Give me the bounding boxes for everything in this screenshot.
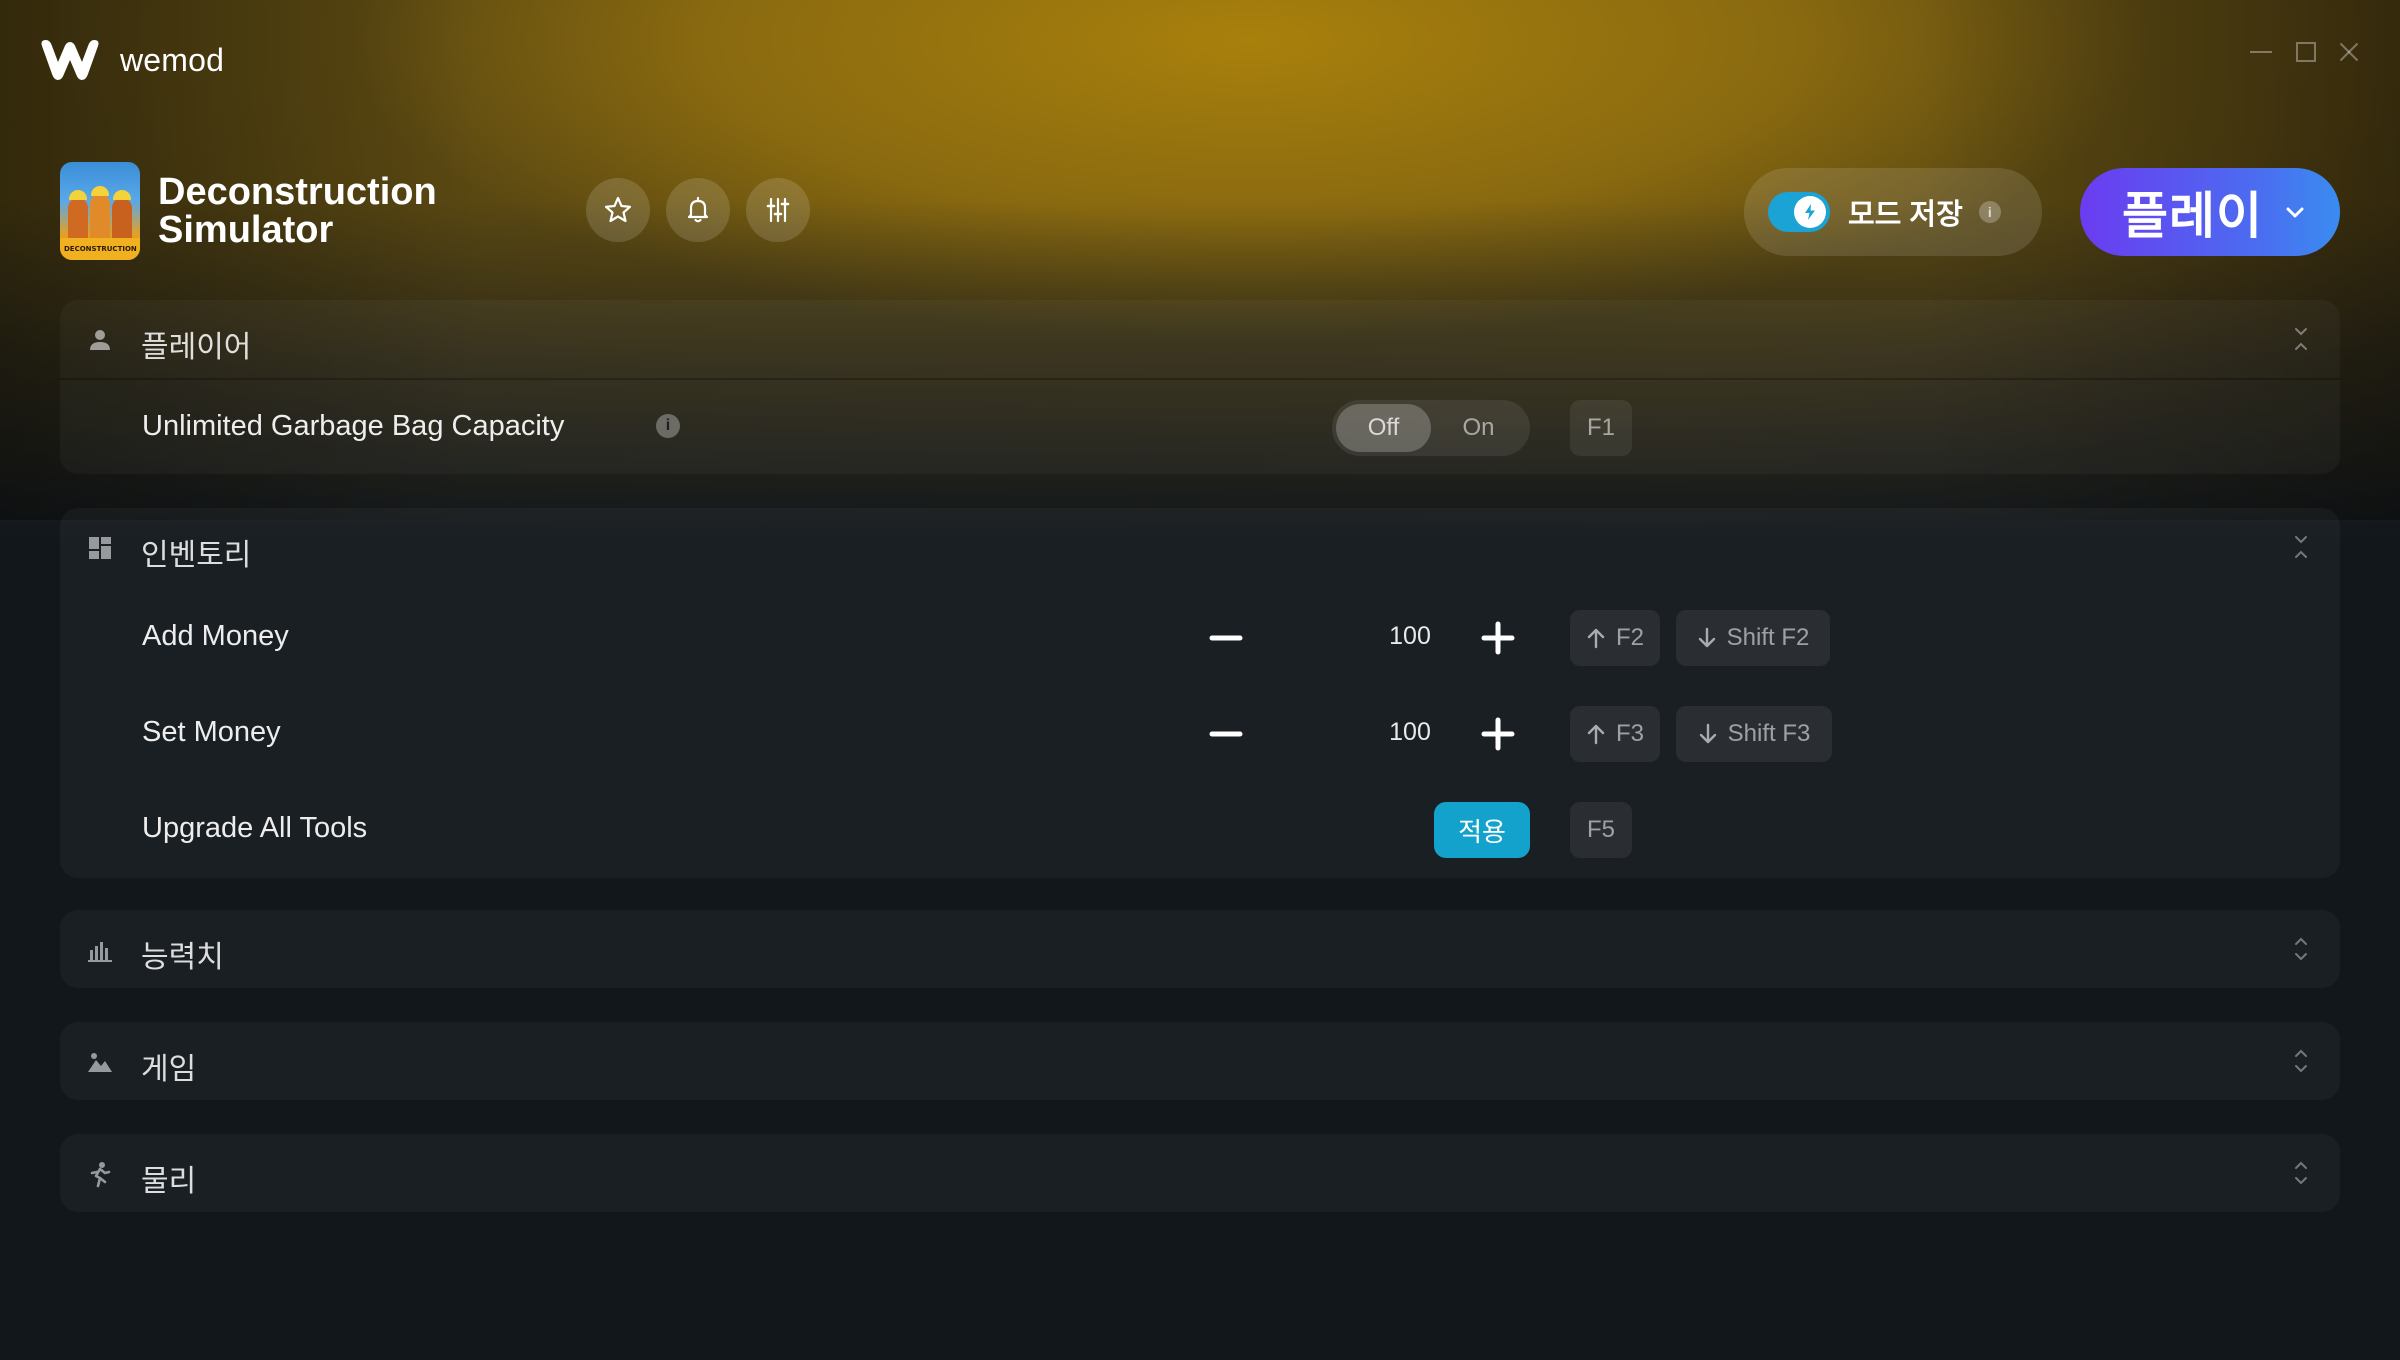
- apply-button[interactable]: 적용: [1434, 802, 1530, 858]
- arrow-down-icon: [1698, 627, 1715, 648]
- bell-icon: [687, 196, 709, 223]
- section-title: 인벤토리: [141, 538, 252, 573]
- save-mods-switch[interactable]: [1768, 192, 1830, 232]
- info-icon[interactable]: i: [1978, 201, 2001, 223]
- section-physics-header[interactable]: 물리: [60, 1134, 2340, 1212]
- section-game[interactable]: 게임: [60, 1022, 2340, 1100]
- favorite-button[interactable]: [586, 178, 650, 242]
- person-icon: [90, 330, 110, 350]
- star-icon: [604, 196, 632, 223]
- section-stats-header[interactable]: 능력치: [60, 910, 2340, 988]
- hotkey-label: Shift F3: [1727, 720, 1811, 747]
- hotkey-decrease[interactable]: Shift F2: [1676, 610, 1830, 666]
- arrow-down-icon: [1699, 723, 1716, 744]
- landscape-icon: [88, 1053, 112, 1072]
- hotkey-label: F1: [1586, 414, 1615, 441]
- section-player: 플레이어 Unlimited Garbage Bag Capacity i Of…: [60, 300, 2340, 474]
- play-button[interactable]: 플레이: [2080, 168, 2340, 256]
- chevron-down-icon[interactable]: [2282, 200, 2308, 226]
- hotkey-increase[interactable]: F3: [1570, 706, 1660, 762]
- game-title: Deconstruction Simulator: [158, 171, 437, 251]
- expand-icon[interactable]: [2292, 936, 2310, 962]
- plus-icon[interactable]: [1478, 618, 1518, 658]
- mod-label: Set Money: [142, 716, 281, 748]
- section-title: 물리: [141, 1164, 197, 1199]
- wemod-logo-icon: [41, 40, 99, 80]
- section-physics[interactable]: 물리: [60, 1134, 2340, 1212]
- plus-icon[interactable]: [1478, 714, 1518, 754]
- bar-chart-icon: [88, 942, 112, 962]
- collapse-icon[interactable]: [2292, 534, 2310, 560]
- expand-icon[interactable]: [2292, 1048, 2310, 1074]
- toggle-on-option[interactable]: On: [1431, 404, 1526, 452]
- section-inventory-header[interactable]: 인벤토리: [60, 508, 2340, 586]
- game-actions: [586, 178, 810, 242]
- settings-button[interactable]: [746, 178, 810, 242]
- hotkey-label: F2: [1615, 624, 1644, 651]
- lightning-icon: [1805, 204, 1815, 220]
- window-controls: [2250, 40, 2360, 62]
- arrow-up-icon: [1587, 628, 1605, 649]
- info-icon[interactable]: i: [656, 414, 680, 438]
- section-title: 게임: [141, 1052, 197, 1087]
- mod-row-add-money: Add Money 100 F2 Shift F2: [60, 590, 2340, 686]
- section-title: 능력치: [141, 940, 224, 975]
- section-stats[interactable]: 능력치: [60, 910, 2340, 988]
- notifications-button[interactable]: [666, 178, 730, 242]
- minus-icon[interactable]: [1206, 618, 1246, 658]
- hotkey-increase[interactable]: F2: [1570, 610, 1660, 666]
- minus-icon[interactable]: [1206, 714, 1246, 754]
- mod-row-upgrade-tools: Upgrade All Tools 적용 F5: [60, 782, 2340, 878]
- game-cover-image: DECONSTRUCTION: [60, 162, 140, 260]
- collapse-icon[interactable]: [2292, 326, 2310, 352]
- mod-label: Add Money: [142, 620, 289, 652]
- hotkey-badge[interactable]: F1: [1570, 400, 1632, 456]
- hotkey-badge[interactable]: F5: [1570, 802, 1632, 858]
- app-name: wemod: [120, 41, 225, 78]
- mod-label: Unlimited Garbage Bag Capacity: [142, 410, 565, 442]
- section-title: 플레이어: [141, 330, 252, 365]
- stepper-value[interactable]: 100: [1350, 718, 1470, 747]
- arrow-up-icon: [1587, 724, 1605, 745]
- section-game-header[interactable]: 게임: [60, 1022, 2340, 1100]
- hotkey-label: F3: [1615, 720, 1644, 747]
- mod-toggle[interactable]: Off On: [1332, 400, 1530, 456]
- play-label: 플레이: [2122, 188, 2263, 244]
- section-player-header[interactable]: 플레이어: [60, 300, 2340, 378]
- stepper-value[interactable]: 100: [1350, 622, 1470, 651]
- hotkey-label: Shift F2: [1726, 624, 1810, 651]
- maximize-icon[interactable]: [2294, 40, 2316, 62]
- save-mods-toggle[interactable]: 모드 저장 i: [1744, 168, 2042, 256]
- app-logo: wemod: [38, 36, 224, 84]
- running-person-icon: [90, 1162, 111, 1188]
- close-icon[interactable]: [2338, 40, 2360, 62]
- mod-row-set-money: Set Money 100 F3 Shift F3: [60, 686, 2340, 782]
- title-bar: wemod: [0, 0, 2400, 120]
- toggle-off-option[interactable]: Off: [1336, 404, 1431, 452]
- hotkey-label: F5: [1586, 816, 1615, 843]
- grid-icon: [89, 537, 111, 559]
- hotkey-decrease[interactable]: Shift F3: [1676, 706, 1832, 762]
- expand-icon[interactable]: [2292, 1160, 2310, 1186]
- section-inventory: 인벤토리 Add Money 100 F2 Shift F2 Set Money: [60, 508, 2340, 878]
- game-header: DECONSTRUCTION Deconstruction Simulator: [60, 162, 458, 260]
- sliders-icon: [766, 197, 790, 223]
- cover-logo-text: DECONSTRUCTION: [64, 245, 137, 253]
- mod-row-unlimited-bag: Unlimited Garbage Bag Capacity i Off On …: [60, 380, 2340, 476]
- save-mods-label: 모드 저장: [1848, 199, 1963, 231]
- mod-label: Upgrade All Tools: [142, 812, 368, 844]
- minimize-icon[interactable]: [2250, 40, 2272, 62]
